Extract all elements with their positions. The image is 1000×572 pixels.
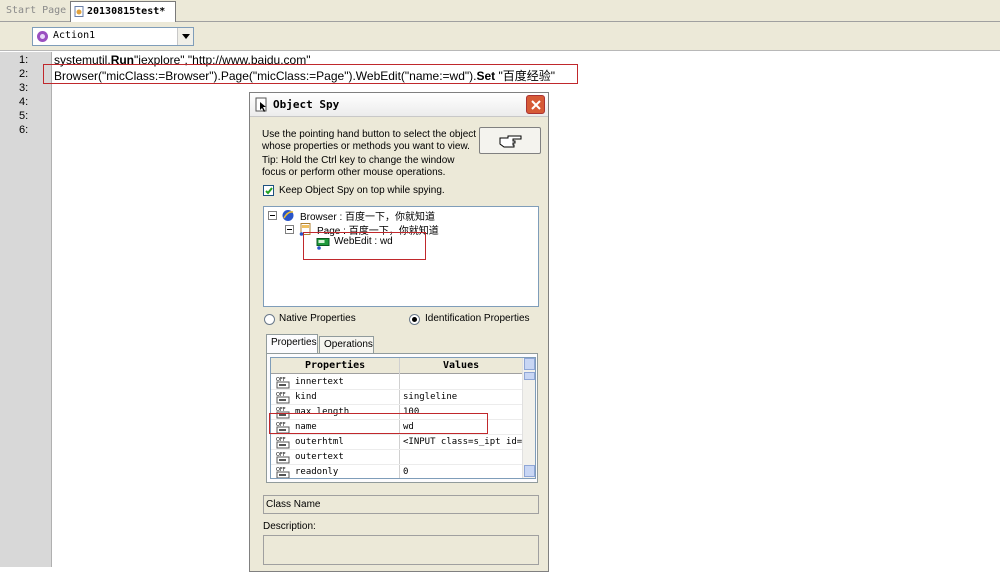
keep-on-top-checkbox[interactable]: [263, 185, 274, 196]
property-row[interactable]: OFF readonly 0: [271, 465, 523, 478]
tip-text: focus or perform other mouse operations.: [262, 167, 446, 178]
close-button[interactable]: [526, 95, 545, 114]
property-value: <INPUT class=s_ipt id=: [403, 437, 523, 447]
instruction-text: Use the pointing hand button to select t…: [262, 129, 477, 140]
line-number: 2:: [19, 68, 29, 80]
grid-header: Properties Values: [271, 358, 523, 374]
native-properties-radio[interactable]: [264, 314, 275, 325]
scroll-thumb[interactable]: [524, 372, 535, 380]
tab-properties[interactable]: Properties: [266, 334, 318, 353]
tab-operations[interactable]: Operations: [319, 336, 374, 353]
property-name: outertext: [295, 452, 344, 462]
code-highlight-box: [43, 64, 578, 84]
property-icon: OFF: [276, 452, 290, 464]
property-row[interactable]: OFF outerhtml <INPUT class=s_ipt id=: [271, 435, 523, 450]
name-row-highlight-box: [269, 413, 488, 434]
tab-test-script-label: 20130815test*: [87, 6, 166, 17]
scroll-up-button[interactable]: [524, 358, 535, 370]
action-select[interactable]: Action1: [32, 27, 194, 46]
properties-column-header[interactable]: Properties: [305, 360, 365, 371]
action-icon: [37, 31, 48, 42]
property-icon: OFF: [276, 467, 290, 478]
tree-collapse-toggle[interactable]: [285, 225, 294, 234]
property-name: kind: [295, 392, 317, 402]
line-number: 5:: [19, 110, 29, 122]
dialog-titlebar[interactable]: Object Spy: [250, 93, 548, 117]
tree-highlight-box: [303, 232, 426, 260]
values-column-header[interactable]: Values: [443, 360, 479, 371]
script-file-icon: [74, 6, 84, 17]
property-row[interactable]: OFF innertext: [271, 375, 523, 390]
line-number: 3:: [19, 82, 29, 94]
chevron-down-icon: [182, 34, 190, 39]
scroll-down-button[interactable]: [524, 465, 535, 477]
tree-node-browser[interactable]: Browser : 百度一下，你就知道: [300, 208, 435, 223]
tab-test-script[interactable]: 20130815test*: [70, 1, 176, 22]
property-row[interactable]: OFF kind singleline: [271, 390, 523, 405]
line-number: 4:: [19, 96, 29, 108]
tree-collapse-toggle[interactable]: [268, 211, 277, 220]
property-name: readonly: [295, 467, 339, 477]
property-row[interactable]: OFF outertext: [271, 450, 523, 465]
instruction-text: whose properties or methods you want to …: [262, 141, 470, 152]
vertical-scrollbar[interactable]: [522, 358, 535, 478]
description-label: Description:: [263, 521, 316, 532]
checkmark-icon: [265, 187, 273, 195]
action-select-value: Action1: [53, 30, 96, 41]
action-select-dropdown-button[interactable]: [177, 28, 193, 45]
line-number: 1:: [19, 54, 29, 66]
line-number: 6:: [19, 124, 29, 136]
identification-properties-radio[interactable]: [409, 314, 420, 325]
property-name: innertext: [295, 377, 344, 387]
dialog-title: Object Spy: [273, 98, 340, 111]
tab-start-page[interactable]: Start Page: [0, 1, 72, 22]
pointing-hand-icon: [499, 135, 522, 148]
identification-properties-label: Identification Properties: [425, 313, 530, 324]
description-box: [263, 535, 539, 565]
property-value: 0: [403, 467, 409, 477]
native-properties-label: Native Properties: [279, 313, 356, 324]
object-spy-icon: [255, 97, 267, 112]
line-number-gutter: 1: 2: 3: 4: 5: 6:: [0, 52, 52, 567]
class-name-box: Class Name: [263, 495, 539, 514]
property-icon: OFF: [276, 437, 290, 449]
property-icon: OFF: [276, 392, 290, 404]
document-tab-bar: Start Page 20130815test*: [0, 0, 1000, 22]
close-icon: [531, 100, 541, 110]
browser-icon: [282, 210, 294, 221]
object-spy-dialog: Object Spy Use the pointing hand button …: [249, 92, 549, 572]
action-toolbar: Action1: [0, 22, 1000, 51]
tip-text: Tip: Hold the Ctrl key to change the win…: [262, 155, 455, 166]
keep-on-top-label: Keep Object Spy on top while spying.: [279, 185, 445, 196]
property-name: outerhtml: [295, 437, 344, 447]
pointing-hand-button[interactable]: [479, 127, 541, 154]
property-icon: OFF: [276, 377, 290, 389]
property-value: singleline: [403, 392, 458, 402]
